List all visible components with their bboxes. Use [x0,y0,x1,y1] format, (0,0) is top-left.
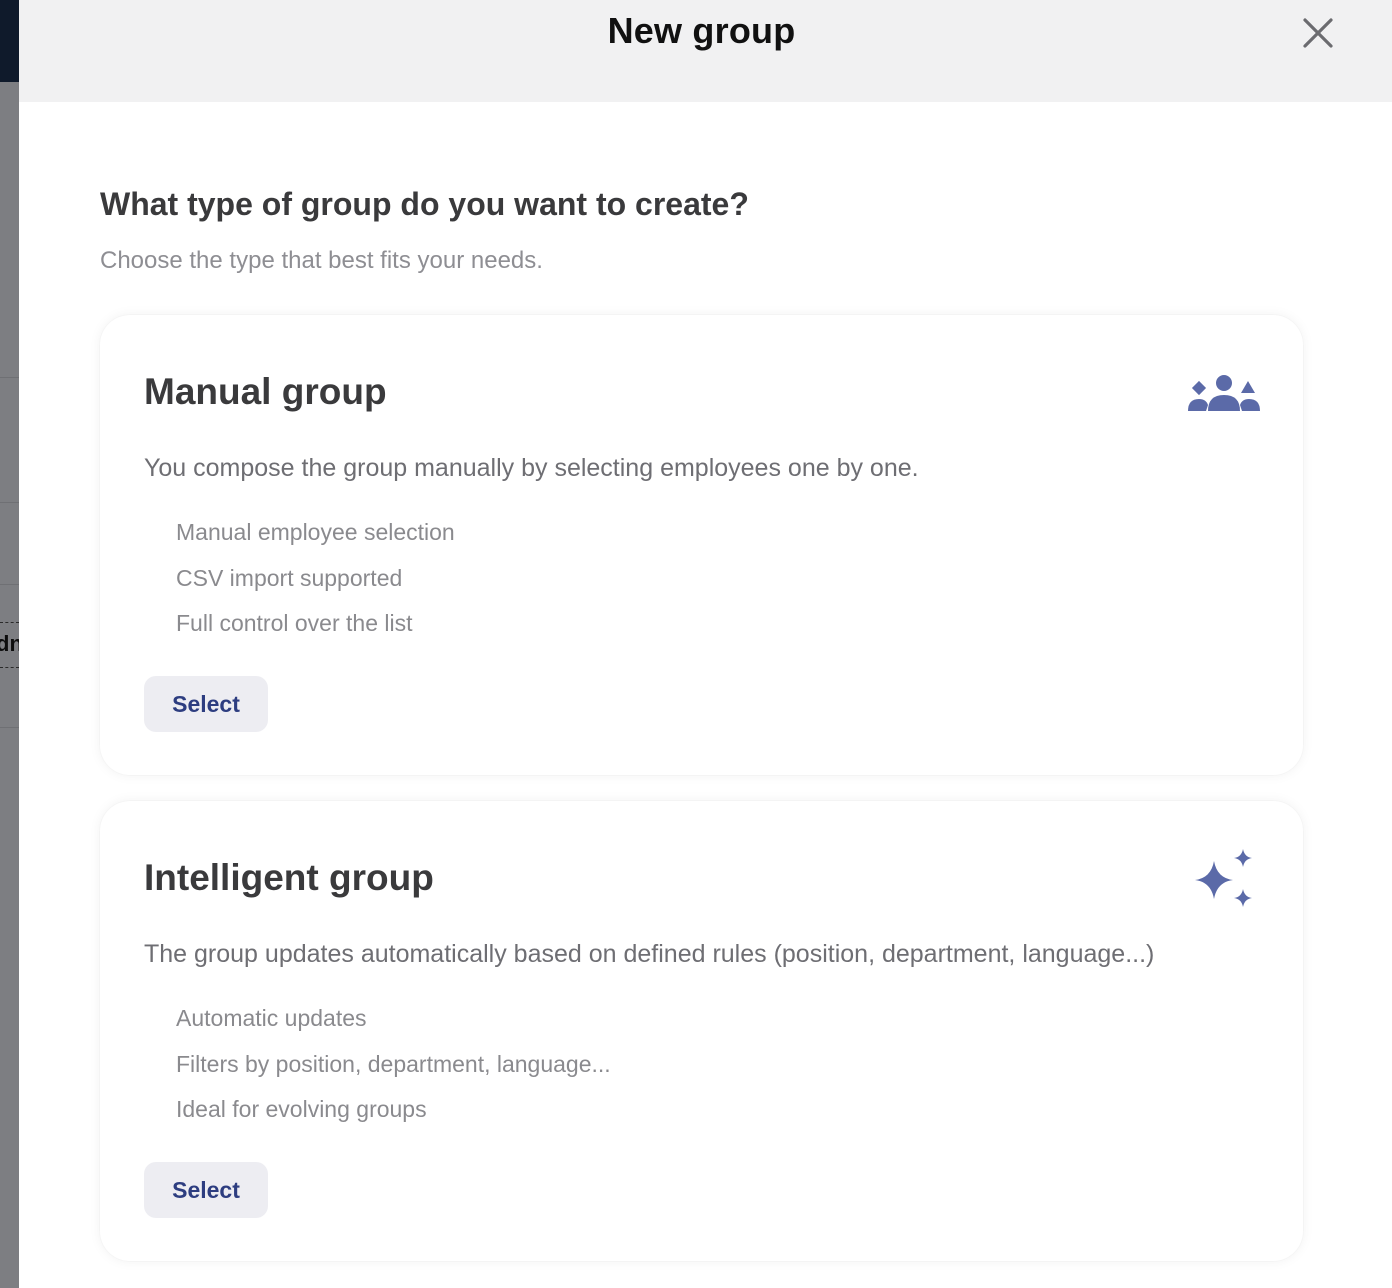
select-manual-group-button[interactable]: Select [144,676,268,732]
background-partial-text: dn [0,631,19,656]
sparkles-icon [1190,845,1260,915]
background-divider [0,727,19,728]
feature-item: Manual employee selection [176,519,455,545]
feature-item: Ideal for evolving groups [176,1096,427,1122]
feature-item: Full control over the list [176,610,413,636]
feature-item: Automatic updates [176,1005,367,1031]
modal-title: New group [607,10,796,51]
close-icon [1303,18,1333,48]
select-intelligent-group-button[interactable]: Select [144,1162,268,1218]
background-app: dn [0,0,19,1288]
card-description: You compose the group manually by select… [144,454,919,482]
people-group-icon [1184,371,1264,421]
card-description: The group updates automatically based on… [144,940,1155,968]
question-subtitle: Choose the type that best fits your need… [100,247,543,274]
background-dashed-line [0,667,19,668]
background-divider [0,377,19,378]
feature-list: Automatic updates Filters by position, d… [176,1003,611,1140]
background-dashed-line [0,622,19,623]
background-divider [0,502,19,503]
feature-item: CSV import supported [176,564,403,591]
manual-group-card: Manual group You compose the group manua… [100,315,1303,775]
close-button[interactable] [1299,14,1337,52]
feature-item: Filters by position, department, languag… [176,1050,611,1077]
card-title: Manual group [144,371,387,412]
question-heading: What type of group do you want to create… [100,186,749,222]
new-group-modal: New group What type of group do you want… [19,0,1392,1288]
background-topbar [0,0,19,82]
card-title: Intelligent group [144,857,434,898]
background-divider [0,584,19,585]
modal-header: New group [19,0,1392,102]
intelligent-group-card: Intelligent group The group updates auto… [100,801,1303,1261]
feature-list: Manual employee selection CSV import sup… [176,517,455,654]
